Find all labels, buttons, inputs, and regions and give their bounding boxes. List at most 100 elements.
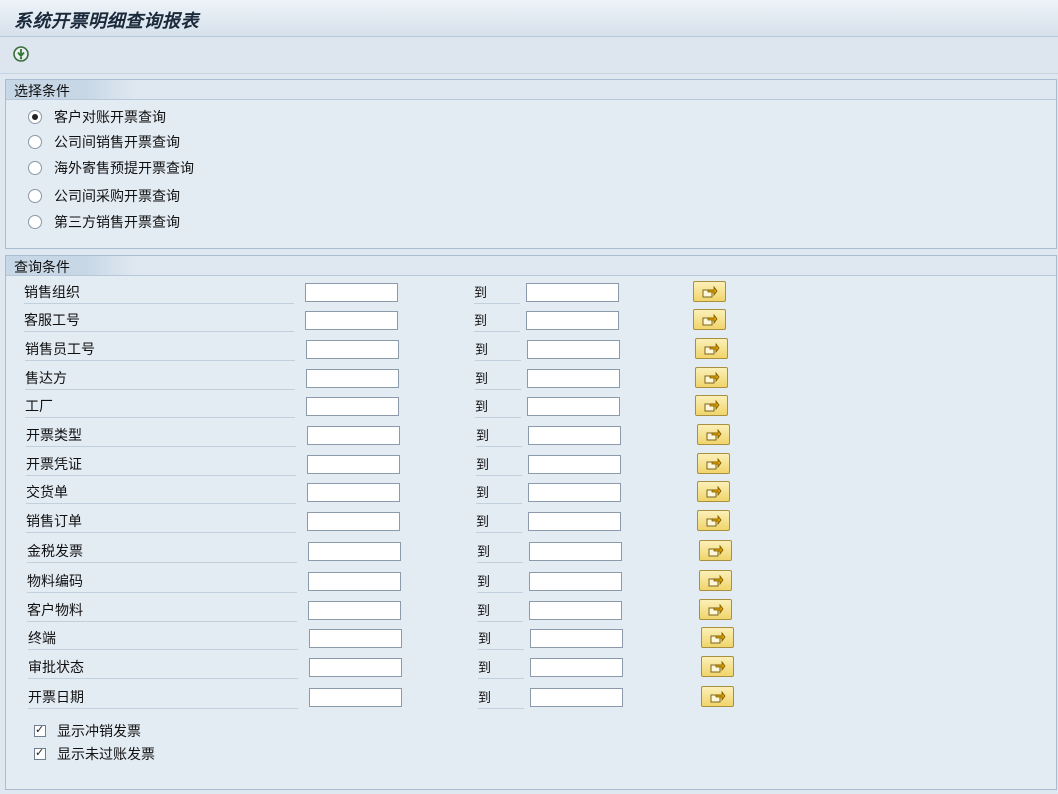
- radio-button[interactable]: [28, 110, 42, 124]
- radio-option[interactable]: 第三方销售开票查询: [28, 212, 180, 232]
- multiple-selection-button[interactable]: [697, 510, 730, 531]
- radio-label: 海外寄售预提开票查询: [54, 161, 194, 177]
- field-to-input[interactable]: [527, 397, 620, 416]
- field-from-input[interactable]: [309, 658, 402, 677]
- multiple-selection-icon: [704, 371, 720, 384]
- selection-group-header: 选择条件: [6, 80, 1056, 100]
- field-label: 销售订单: [26, 513, 296, 533]
- multiple-selection-icon: [704, 399, 720, 412]
- to-label: 到: [475, 399, 521, 418]
- to-label: 到: [476, 485, 522, 504]
- multiple-selection-button[interactable]: [701, 656, 734, 677]
- multiple-selection-button[interactable]: [699, 570, 732, 591]
- field-from-input[interactable]: [306, 369, 399, 388]
- field-from-input[interactable]: [307, 512, 400, 531]
- multiple-selection-icon: [706, 457, 722, 470]
- radio-button[interactable]: [28, 215, 42, 229]
- multiple-selection-button[interactable]: [697, 453, 730, 474]
- field-label: 交货单: [26, 484, 296, 504]
- to-label: 到: [476, 457, 522, 476]
- field-to-input[interactable]: [528, 426, 621, 445]
- field-to-input[interactable]: [530, 629, 623, 648]
- multiple-selection-button[interactable]: [693, 309, 726, 330]
- field-to-input[interactable]: [529, 601, 622, 620]
- checkbox[interactable]: [34, 723, 46, 737]
- to-label: 到: [477, 574, 523, 593]
- field-to-input[interactable]: [527, 369, 620, 388]
- field-from-input[interactable]: [307, 483, 400, 502]
- field-from-input[interactable]: [305, 283, 398, 302]
- field-to-input[interactable]: [530, 658, 623, 677]
- multiple-selection-icon: [710, 690, 726, 703]
- multiple-selection-button[interactable]: [701, 686, 734, 707]
- to-label: 到: [478, 631, 524, 650]
- field-to-input[interactable]: [529, 572, 622, 591]
- field-from-input[interactable]: [309, 688, 402, 707]
- multiple-selection-button[interactable]: [697, 424, 730, 445]
- checkbox-option[interactable]: 显示冲销发票: [34, 722, 141, 740]
- field-to-input[interactable]: [530, 688, 623, 707]
- field-label: 客户物料: [27, 602, 297, 622]
- multiple-selection-button[interactable]: [697, 481, 730, 502]
- multiple-selection-icon: [702, 285, 718, 298]
- field-to-input[interactable]: [529, 542, 622, 561]
- multiple-selection-icon: [708, 544, 724, 557]
- radio-option[interactable]: 公司间采购开票查询: [28, 186, 180, 206]
- field-from-input[interactable]: [308, 601, 401, 620]
- query-group-header: 查询条件: [6, 256, 1056, 276]
- multiple-selection-button[interactable]: [699, 540, 732, 561]
- field-label: 审批状态: [28, 659, 298, 679]
- to-label: 到: [476, 514, 522, 533]
- field-from-input[interactable]: [308, 572, 401, 591]
- radio-option[interactable]: 公司间销售开票查询: [28, 132, 180, 152]
- radio-option[interactable]: 海外寄售预提开票查询: [28, 158, 194, 178]
- field-from-input[interactable]: [308, 542, 401, 561]
- field-from-input[interactable]: [309, 629, 402, 648]
- checkbox-label: 显示冲销发票: [57, 724, 141, 740]
- multiple-selection-icon: [706, 485, 722, 498]
- checkbox-label: 显示未过账发票: [57, 747, 155, 763]
- multiple-selection-icon: [708, 603, 724, 616]
- field-to-input[interactable]: [527, 340, 620, 359]
- field-from-input[interactable]: [307, 426, 400, 445]
- execute-icon[interactable]: [12, 45, 30, 63]
- field-from-input[interactable]: [307, 455, 400, 474]
- field-from-input[interactable]: [306, 397, 399, 416]
- multiple-selection-button[interactable]: [695, 338, 728, 359]
- to-label: 到: [478, 690, 524, 709]
- field-label: 客服工号: [24, 312, 294, 332]
- radio-button[interactable]: [28, 161, 42, 175]
- field-label: 开票类型: [26, 427, 296, 447]
- field-to-input[interactable]: [528, 455, 621, 474]
- multiple-selection-button[interactable]: [701, 627, 734, 648]
- radio-button[interactable]: [28, 135, 42, 149]
- multiple-selection-icon: [704, 342, 720, 355]
- multiple-selection-button[interactable]: [695, 367, 728, 388]
- multiple-selection-icon: [708, 574, 724, 587]
- multiple-selection-icon: [706, 514, 722, 527]
- to-label: 到: [475, 342, 521, 361]
- title-bar: 系统开票明细查询报表: [0, 0, 1058, 37]
- multiple-selection-icon: [710, 631, 726, 644]
- field-from-input[interactable]: [305, 311, 398, 330]
- field-label: 销售员工号: [25, 341, 295, 361]
- field-label: 开票凭证: [26, 456, 296, 476]
- selection-group: 选择条件 客户对账开票查询公司间销售开票查询海外寄售预提开票查询公司间采购开票查…: [5, 79, 1057, 249]
- field-to-input[interactable]: [528, 483, 621, 502]
- field-label: 工厂: [25, 398, 295, 418]
- multiple-selection-button[interactable]: [699, 599, 732, 620]
- field-to-input[interactable]: [528, 512, 621, 531]
- checkbox[interactable]: [34, 746, 46, 760]
- field-from-input[interactable]: [306, 340, 399, 359]
- multiple-selection-button[interactable]: [693, 281, 726, 302]
- checkbox-option[interactable]: 显示未过账发票: [34, 745, 155, 763]
- to-label: 到: [474, 313, 520, 332]
- radio-button[interactable]: [28, 189, 42, 203]
- field-to-input[interactable]: [526, 283, 619, 302]
- to-label: 到: [477, 603, 523, 622]
- radio-option[interactable]: 客户对账开票查询: [28, 107, 166, 127]
- radio-label: 客户对账开票查询: [54, 110, 166, 126]
- field-to-input[interactable]: [526, 311, 619, 330]
- multiple-selection-button[interactable]: [695, 395, 728, 416]
- field-label: 物料编码: [27, 573, 297, 593]
